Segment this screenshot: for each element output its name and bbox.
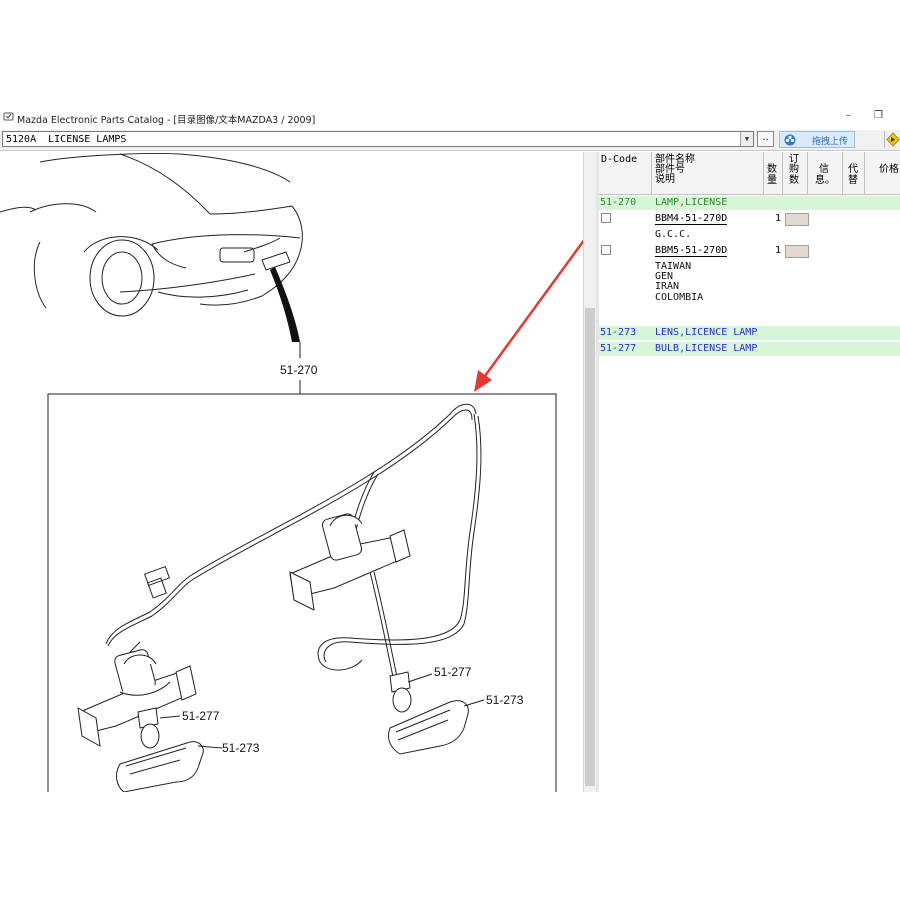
callout-51-277-right[interactable]: 51-277 (434, 665, 472, 679)
table-row[interactable]: 51-270 LAMP,LICENSE (599, 196, 900, 210)
parts-catalog-window: Mazda Electronic Parts Catalog - [目录图像/文… (0, 108, 900, 792)
diagram-scrollbar-thumb[interactable] (585, 308, 595, 786)
row-part-name: BULB,LICENSE LAMP (655, 343, 758, 354)
cloud-upload-icon (784, 134, 796, 146)
header-qty-line1[interactable]: 数 (767, 164, 777, 175)
left-bulb (137, 707, 160, 749)
header-replace-line1[interactable]: 代 (848, 164, 858, 175)
row-dcode: 51-273 (600, 327, 637, 338)
row-part-name: LENS,LICENCE LAMP (655, 327, 758, 338)
section-select-value: 5120A LICENSE LAMPS (6, 134, 127, 145)
diagram-scrollbar[interactable] (583, 152, 597, 792)
header-order-line3: 数 (789, 175, 799, 186)
table-row[interactable]: 51-273 LENS,LICENCE LAMP (599, 326, 900, 340)
header-qty-line2: 量 (767, 175, 777, 186)
left-lamp-holder (77, 649, 197, 747)
header-dcode[interactable]: D-Code (601, 154, 637, 165)
header-price[interactable]: 价格 (879, 164, 899, 175)
window-title: Mazda Electronic Parts Catalog - [目录图像/文… (17, 115, 316, 126)
row-part-name: LAMP,LICENSE (655, 197, 728, 208)
left-lens (116, 741, 204, 792)
browse-button[interactable]: .. (757, 131, 774, 147)
row-dcode: 51-270 (600, 197, 637, 208)
right-bulb (389, 671, 412, 713)
diamond-arrow-icon (886, 132, 900, 147)
upload-button[interactable]: 拖拽上传 (779, 131, 855, 148)
right-lamp-holder (289, 513, 411, 611)
section-select[interactable]: 5120A LICENSE LAMPS ▼ (2, 131, 754, 147)
header-name-line3: 说明 (655, 174, 675, 185)
row-part-number[interactable]: BBM4-51-270D (655, 213, 728, 225)
callout-51-273-left[interactable]: 51-273 (222, 741, 260, 755)
title-bar: Mazda Electronic Parts Catalog - [目录图像/文… (0, 108, 900, 128)
parts-list: D-Code 部件名称 部件号 说明 数 量 订 购 数 信 息。 代 替 价格… (599, 152, 900, 792)
table-row[interactable]: 51-277 BULB,LICENSE LAMP (599, 342, 900, 356)
toolbar: 5120A LICENSE LAMPS ▼ .. 拖拽上传 (0, 130, 900, 151)
nav-button[interactable] (884, 131, 900, 148)
row-checkbox[interactable] (601, 245, 611, 255)
chevron-down-icon[interactable]: ▼ (740, 132, 753, 146)
header-info-line2: 息。 (815, 175, 835, 186)
app-icon (3, 112, 14, 121)
parts-diagram[interactable]: 51-270 51-277 51-273 51-277 51-273 (0, 152, 583, 792)
header-replace-line2: 替 (848, 175, 858, 186)
row-note: G.C.C. (655, 229, 692, 240)
row-dcode: 51-277 (600, 343, 637, 354)
row-quantity: 1 (775, 213, 782, 224)
callout-51-273-right[interactable]: 51-273 (486, 693, 524, 707)
upload-label: 拖拽上传 (812, 137, 849, 147)
minimize-button[interactable]: – (846, 110, 856, 121)
row-note: COLOMBIA (655, 292, 704, 303)
callout-51-277-left[interactable]: 51-277 (182, 709, 220, 723)
car-rear-outline (0, 152, 303, 317)
restore-button[interactable]: ❐ (874, 110, 884, 121)
header-order-line2: 购 (789, 164, 799, 175)
license-lamp-illustration: 51-270 51-277 51-273 51-277 51-273 (0, 152, 583, 792)
row-checkbox[interactable] (601, 213, 611, 223)
parts-list-header: D-Code 部件名称 部件号 说明 数 量 订 购 数 信 息。 代 替 价格 (599, 152, 900, 195)
row-order-input[interactable] (785, 245, 809, 258)
row-part-number[interactable]: BBM5-51-270D (655, 245, 728, 257)
red-annotation-arrow (474, 239, 583, 392)
row-note: IRAN (655, 281, 680, 292)
header-info-line1[interactable]: 信 (819, 164, 829, 175)
callout-51-270[interactable]: 51-270 (280, 363, 318, 377)
row-order-input[interactable] (785, 213, 809, 226)
row-quantity: 1 (775, 245, 782, 256)
